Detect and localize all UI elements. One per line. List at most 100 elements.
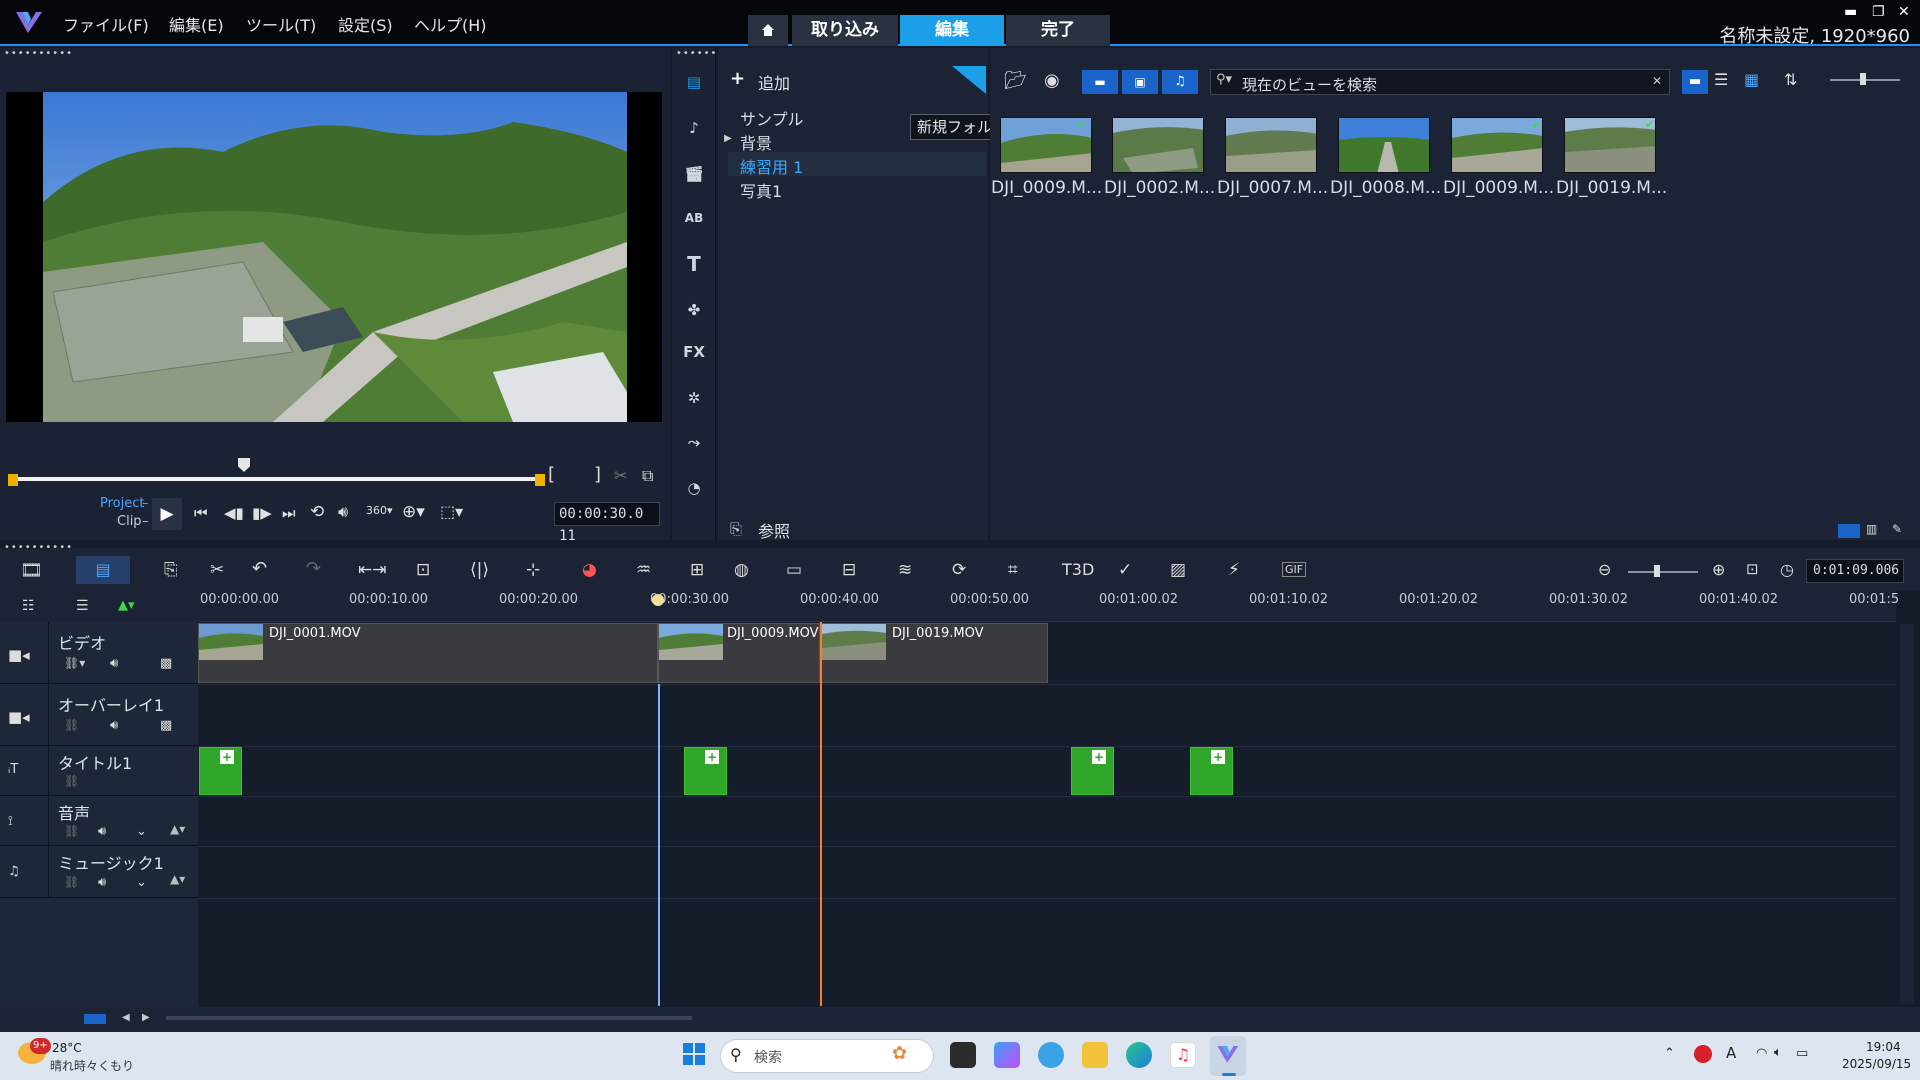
path-icon[interactable]: ⤳ — [680, 428, 708, 456]
widgets-icon[interactable] — [1038, 1042, 1064, 1068]
playhead-line[interactable] — [820, 622, 822, 1006]
video-clip[interactable]: DJI_0009.MOV — [658, 623, 820, 683]
undo-icon[interactable]: ↶ — [252, 558, 267, 579]
title-clip[interactable]: + — [1190, 747, 1233, 795]
menu-edit[interactable]: 編集(E) — [169, 12, 224, 36]
color-grading-icon[interactable]: ◕ — [582, 560, 597, 580]
title-clip[interactable]: + — [684, 747, 727, 795]
folder-item[interactable]: サンプル — [740, 106, 804, 130]
go-to-start-icon[interactable]: ⏮ — [194, 504, 208, 522]
fx-icon[interactable]: FX — [680, 338, 708, 366]
panel-split-icon[interactable]: ▥ — [1866, 522, 1877, 536]
link-icon[interactable]: ⛓ — [64, 718, 79, 732]
painting-icon[interactable]: ✓ — [1118, 560, 1132, 580]
title-clip[interactable]: + — [1071, 747, 1114, 795]
track-name[interactable]: オーバーレイ1 — [58, 692, 164, 716]
volume-icon[interactable]: 🔊︎ — [338, 502, 348, 522]
video-clip[interactable]: DJI_0019.MOV — [821, 623, 1048, 683]
safe-area-icon[interactable]: ⬚▾ — [440, 502, 463, 521]
add-folder-plus-icon[interactable]: + — [730, 68, 745, 89]
thumbnail-size-handle[interactable] — [1860, 73, 1866, 85]
360-view-icon[interactable]: 360▾ — [366, 504, 393, 517]
mark-in-icon[interactable]: [ — [548, 464, 555, 485]
scroll-right-icon[interactable]: ▶ — [142, 1012, 150, 1023]
stabilize-icon[interactable]: ▨ — [1170, 560, 1186, 580]
multi-trim-icon[interactable]: ⟨|⟩ — [470, 560, 489, 580]
zoom-in-icon[interactable]: ⊕ — [1712, 560, 1725, 579]
expand-chevron-icon[interactable]: ⌄ — [136, 824, 147, 839]
link-icon[interactable]: ⛓ — [64, 774, 79, 788]
scrubber-line[interactable] — [658, 684, 660, 1006]
show-audio-toggle[interactable]: ♫ — [1162, 70, 1198, 94]
audio-wave-icon[interactable]: ♒ — [636, 560, 651, 580]
track-up-icon[interactable]: ▲▾ — [170, 822, 185, 836]
play-button[interactable]: ▶ — [152, 498, 182, 530]
media-thumbnail[interactable] — [1564, 117, 1656, 173]
folder-item[interactable]: 背景 — [740, 130, 772, 154]
customize-toolbar-icon[interactable]: ⎘ — [164, 560, 178, 580]
timeline-ruler[interactable] — [198, 590, 1896, 622]
record-screen-icon[interactable]: ⊡ — [416, 560, 430, 580]
task-view-icon[interactable] — [950, 1042, 976, 1068]
link-icon[interactable]: ⛓ — [64, 875, 79, 889]
grid-view-icon[interactable]: ▦ — [1744, 70, 1759, 89]
temperature[interactable]: 28°C — [52, 1041, 82, 1055]
browse-button[interactable]: 参照 — [758, 518, 790, 542]
fit-timeline-icon[interactable] — [84, 1014, 106, 1024]
show-video-toggle[interactable]: ▬ — [1082, 70, 1118, 94]
thumbnail-view-icon[interactable]: ▬ — [1682, 70, 1708, 94]
mute-icon[interactable]: 🔊︎ — [110, 656, 118, 671]
mute-icon[interactable]: 🔊︎ — [98, 824, 106, 839]
title-icon[interactable]: T — [680, 250, 708, 278]
show-photo-toggle[interactable]: ▣ — [1122, 70, 1158, 94]
link-icon[interactable]: ⛓ — [64, 824, 79, 838]
menu-settings[interactable]: 設定(S) — [338, 12, 393, 36]
tab-edit[interactable]: 編集 — [900, 15, 1004, 46]
chapter-icon[interactable]: ☰ — [76, 598, 89, 614]
scroll-left-icon[interactable]: ◀ — [122, 1012, 130, 1023]
instant-project-icon[interactable]: ♪ — [680, 114, 708, 142]
mark-out-icon[interactable]: ] — [594, 464, 601, 485]
clock-date[interactable]: 2025/09/15 — [1842, 1057, 1911, 1071]
horizontal-scrollbar[interactable] — [166, 1016, 692, 1020]
track-name[interactable]: 音声 — [58, 800, 90, 824]
split-screen-icon[interactable]: ⊞ — [690, 560, 704, 580]
menu-file[interactable]: ファイル(F) — [63, 12, 149, 36]
folder-item-selected[interactable]: 練習用 1 — [740, 154, 803, 178]
close-icon[interactable]: ✕ — [1898, 4, 1910, 20]
menu-help[interactable]: ヘルプ(H) — [414, 12, 487, 36]
ripple-edit-icon[interactable]: ▲▾ — [118, 598, 135, 613]
repeat-icon[interactable]: ⟲ — [310, 502, 324, 522]
tab-capture[interactable]: 取り込み — [792, 15, 898, 46]
mask-creator-icon[interactable]: ◍ — [734, 560, 749, 580]
scrubber-marker[interactable] — [652, 594, 664, 606]
edge-browser-icon[interactable] — [1126, 1042, 1152, 1068]
preview-scrubber[interactable] — [14, 477, 540, 481]
previous-frame-icon[interactable]: ◀▮ — [224, 504, 244, 522]
pan-zoom-icon[interactable]: ⟳ — [952, 560, 966, 580]
browse-icon[interactable]: ⎘ — [730, 520, 742, 538]
videostudio-taskbar-icon[interactable] — [1216, 1042, 1240, 1066]
list-view-icon[interactable]: ☰ — [1714, 70, 1728, 89]
3d-title-icon[interactable]: T3D — [1062, 560, 1094, 579]
folder-item[interactable]: 写真1 — [740, 178, 782, 202]
clear-search-icon[interactable]: ✕ — [1652, 74, 1662, 88]
redo-icon[interactable]: ↷ — [306, 558, 321, 579]
template-icon[interactable]: 🎬︎ — [680, 160, 708, 188]
trim-end-marker[interactable] — [535, 474, 545, 486]
mute-icon[interactable]: 🔊︎ — [110, 718, 118, 733]
itunes-icon[interactable]: ♫ — [1170, 1042, 1196, 1068]
tab-share[interactable]: 完了 — [1006, 15, 1110, 46]
clip-mode-label[interactable]: Clip — [117, 514, 142, 529]
clock-time[interactable]: 19:04 — [1866, 1040, 1901, 1054]
media-thumbnail[interactable] — [1338, 117, 1430, 173]
expand-arrow-icon[interactable]: ▶ — [724, 133, 732, 144]
media-thumbnail[interactable] — [1225, 117, 1317, 173]
mute-icon[interactable]: 🔊︎ — [98, 875, 106, 890]
media-library-icon[interactable]: ▤ — [680, 68, 708, 96]
crop-icon[interactable]: ⌗ — [1008, 560, 1018, 580]
graphic-icon[interactable]: ✤ — [680, 296, 708, 324]
video-clip[interactable]: DJI_0001.MOV — [198, 623, 658, 683]
minimize-icon[interactable]: ▬ — [1844, 4, 1857, 20]
zoom-slider-handle[interactable] — [1654, 565, 1660, 577]
